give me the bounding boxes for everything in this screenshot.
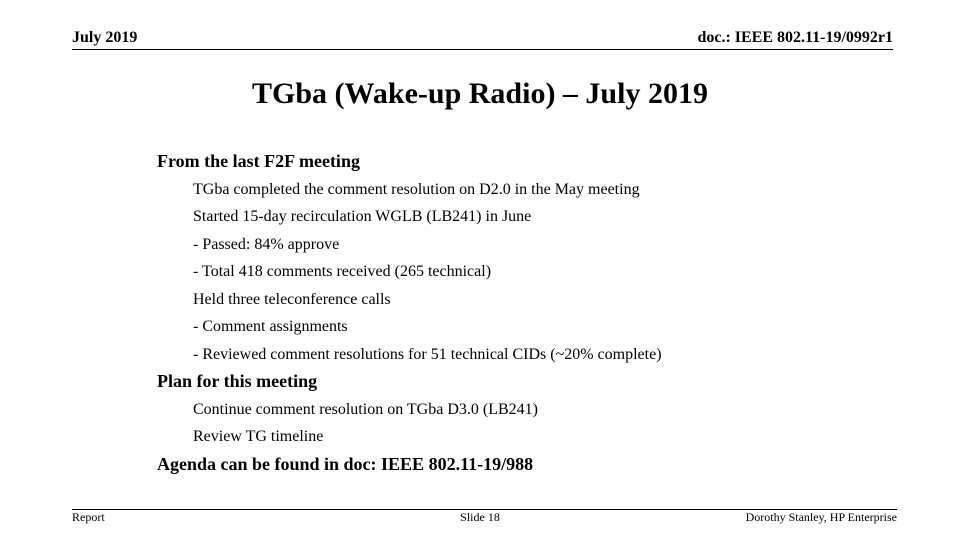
slide-body: From the last F2F meeting TGba completed… xyxy=(157,148,662,478)
bullet-item: TGba completed the comment resolution on… xyxy=(193,180,640,198)
bullet-item: Started 15-day recirculation WGLB (LB241… xyxy=(193,208,532,225)
bullet-item: - Comment assignments xyxy=(193,318,348,335)
bullet-item: Held three teleconference calls xyxy=(193,290,391,308)
agenda-reference: Agenda can be found in doc: IEEE 802.11-… xyxy=(157,453,534,474)
header-doc-id: doc.: IEEE 802.11-19/0992r1 xyxy=(697,29,893,46)
slide-title: TGba (Wake-up Radio) – July 2019 xyxy=(252,77,708,110)
header-divider xyxy=(72,49,893,50)
header-date: July 2019 xyxy=(72,29,138,46)
section-heading: Plan for this meeting xyxy=(157,371,318,391)
footer-author: Dorothy Stanley, HP Enterprise xyxy=(745,510,897,524)
bullet-item: - Reviewed comment resolutions for 51 te… xyxy=(193,345,662,363)
bullet-item: - Total 418 comments received (265 techn… xyxy=(193,263,492,280)
section-heading: From the last F2F meeting xyxy=(157,151,360,171)
bullet-item: Review TG timeline xyxy=(193,428,324,445)
bullet-item: - Passed: 84% approve xyxy=(193,235,340,253)
bullet-item: Continue comment resolution on TGba D3.0… xyxy=(193,400,538,418)
